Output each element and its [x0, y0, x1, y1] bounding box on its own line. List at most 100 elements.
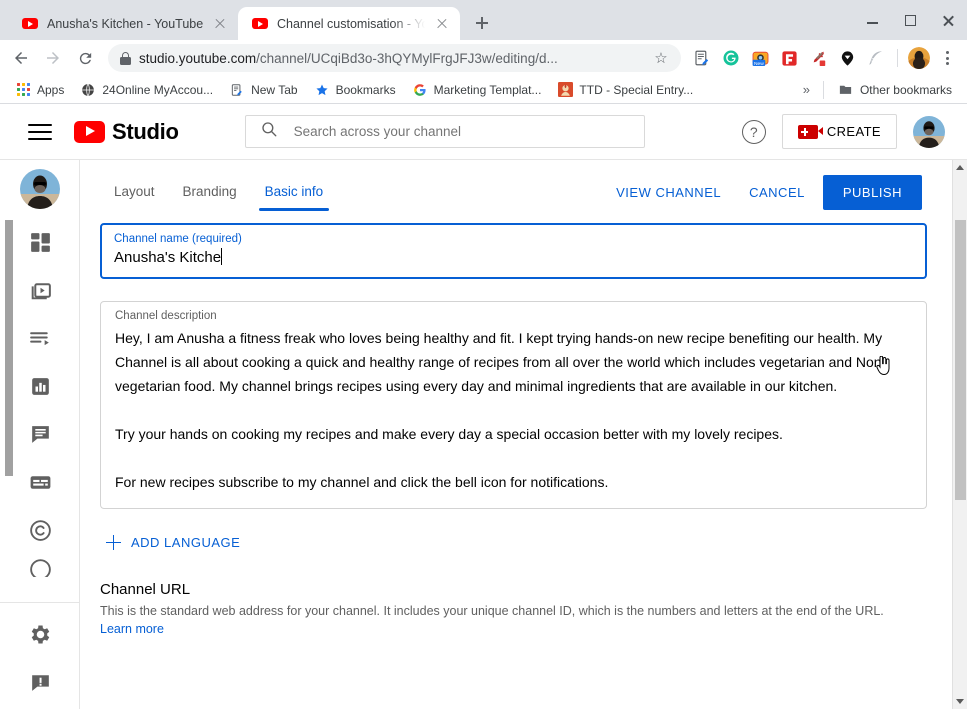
studio-logo-text: Studio	[112, 118, 179, 144]
kebab-menu-icon[interactable]	[935, 45, 959, 71]
google-icon	[412, 82, 428, 98]
channel-name-field[interactable]: Channel name (required) Anusha's Kitche	[100, 223, 927, 279]
url-domain: studio.youtube.com	[139, 50, 257, 66]
address-bar[interactable]: studio.youtube.com/channel/UCqiBd3o-3hQY…	[108, 44, 681, 72]
channel-url-description: This is the standard web address for you…	[100, 604, 884, 618]
eyedropper-icon[interactable]	[805, 45, 831, 71]
feedback-icon	[28, 670, 53, 700]
minimize-icon[interactable]	[853, 0, 891, 40]
studio-logo[interactable]: Studio	[74, 119, 179, 145]
bookmarks-divider	[822, 80, 824, 99]
other-bookmarks-button[interactable]: Other bookmarks	[831, 79, 959, 101]
star-icon[interactable]: ☆	[651, 49, 671, 67]
hamburger-icon[interactable]	[28, 123, 52, 140]
new-tab-button[interactable]	[468, 9, 496, 37]
add-language-label: ADD LANGUAGE	[131, 535, 241, 550]
page-actions: VIEW CHANNEL CANCEL PUBLISH	[606, 175, 927, 210]
sidebar-item-settings[interactable]	[0, 613, 80, 661]
page-scrollbar[interactable]	[952, 160, 967, 709]
learn-more-link[interactable]: Learn more	[100, 622, 927, 636]
tab-branding[interactable]: Branding	[169, 174, 251, 211]
channel-avatar[interactable]	[913, 115, 945, 148]
url-text: studio.youtube.com/channel/UCqiBd3o-3hQY…	[139, 51, 643, 66]
sidebar-item-copyright[interactable]	[0, 509, 80, 557]
search-input[interactable]	[244, 115, 645, 148]
video-camera-icon	[797, 124, 823, 139]
tab-layout[interactable]: Layout	[100, 174, 169, 211]
channel-description-paragraph: Hey, I am Anusha a fitness freak who lov…	[115, 330, 887, 394]
view-channel-button[interactable]: VIEW CHANNEL	[606, 176, 731, 209]
sidebar-item-send-feedback[interactable]	[0, 661, 80, 709]
feather-icon[interactable]	[863, 45, 889, 71]
copyright-icon	[28, 518, 53, 548]
search-field[interactable]	[293, 124, 630, 139]
back-arrow-icon[interactable]	[6, 43, 36, 73]
bar-chart-icon	[28, 374, 53, 404]
pin-icon[interactable]	[834, 45, 860, 71]
apps-grid-icon	[15, 82, 31, 98]
basic-info-panel: Layout Branding Basic info VIEW CHANNEL …	[80, 160, 967, 636]
star-icon	[314, 82, 330, 98]
browser-tab-2[interactable]: Channel customisation - YouTube	[238, 7, 460, 40]
browser-tab-title: Anusha's Kitchen - YouTube	[47, 16, 203, 31]
monetization-icon	[28, 557, 53, 577]
reload-icon[interactable]	[70, 43, 100, 73]
subtitles-icon	[28, 470, 53, 500]
notes-edit-icon[interactable]	[689, 45, 715, 71]
svg-text:New: New	[754, 60, 764, 66]
forward-arrow-icon	[38, 43, 68, 73]
plus-icon	[106, 535, 121, 550]
bookmark-label: Marketing Templat...	[433, 82, 542, 97]
bookmarks-overflow-button[interactable]: »	[797, 82, 816, 97]
bookmark-ttd[interactable]: TTD - Special Entry...	[550, 79, 700, 101]
main-content: Layout Branding Basic info VIEW CHANNEL …	[80, 160, 967, 709]
scroll-up-arrow[interactable]	[953, 160, 967, 175]
video-stack-icon	[28, 278, 53, 308]
close-window-icon[interactable]	[929, 0, 967, 40]
channel-description-field[interactable]: Channel description Hey, I am Anusha a f…	[100, 301, 927, 509]
bookmark-bookmarks[interactable]: Bookmarks	[307, 79, 403, 101]
studio-header-actions: ? CREATE	[741, 114, 967, 149]
bookmark-new-tab[interactable]: New Tab	[222, 79, 304, 101]
channel-description-paragraph: For new recipes subscribe to my channel …	[115, 474, 609, 490]
sidebar-item-partial[interactable]	[0, 557, 80, 577]
bookmark-apps[interactable]: Apps	[8, 79, 71, 101]
studio-body: Layout Branding Basic info VIEW CHANNEL …	[0, 160, 967, 709]
help-icon[interactable]: ?	[741, 119, 766, 144]
page-scrollbar-thumb[interactable]	[955, 220, 966, 500]
tab-strip: Anusha's Kitchen - YouTube Channel custo…	[0, 0, 967, 40]
bookmark-marketing-template[interactable]: Marketing Templat...	[405, 79, 549, 101]
profile-avatar[interactable]	[906, 45, 932, 71]
channel-url-title: Channel URL	[100, 581, 191, 598]
close-icon[interactable]	[434, 16, 450, 32]
ttd-icon	[557, 82, 573, 98]
web-page: Studio ? CREATE	[0, 104, 967, 709]
grammarly-icon[interactable]	[718, 45, 744, 71]
dashboard-grid-icon	[28, 230, 53, 260]
search-icon	[260, 120, 278, 143]
youtube-logo-icon	[74, 120, 105, 143]
maximize-icon[interactable]	[891, 0, 929, 40]
bookmark-label: Apps	[37, 82, 65, 97]
sidebar-scrollbar-thumb[interactable]	[5, 220, 13, 476]
other-bookmarks-label: Other bookmarks	[859, 82, 952, 97]
browser-tab-1[interactable]: Anusha's Kitchen - YouTube	[8, 7, 238, 40]
studio-header: Studio ? CREATE	[0, 104, 967, 160]
tab-basic-info[interactable]: Basic info	[251, 174, 338, 211]
extensions-area: New	[689, 45, 961, 71]
youtube-icon	[22, 16, 38, 32]
screen-capture-new-icon[interactable]: New	[747, 45, 773, 71]
studio-sidebar	[0, 160, 80, 709]
publish-button[interactable]: PUBLISH	[822, 175, 922, 210]
flipboard-icon[interactable]	[776, 45, 802, 71]
channel-description-label: Channel description	[115, 310, 217, 322]
sidebar-channel-avatar[interactable]	[20, 169, 60, 209]
bookmark-24online[interactable]: 24Online MyAccou...	[73, 79, 220, 101]
create-button[interactable]: CREATE	[781, 114, 897, 149]
scroll-down-arrow[interactable]	[953, 694, 967, 709]
cancel-button[interactable]: CANCEL	[739, 176, 815, 209]
bookmarks-bar: Apps 24Online MyAccou... New Tab Bookmar…	[0, 76, 967, 104]
browser-tab-title: Channel customisation - YouTube	[277, 16, 425, 31]
close-icon[interactable]	[212, 16, 228, 32]
add-language-button[interactable]: ADD LANGUAGE	[100, 535, 927, 550]
